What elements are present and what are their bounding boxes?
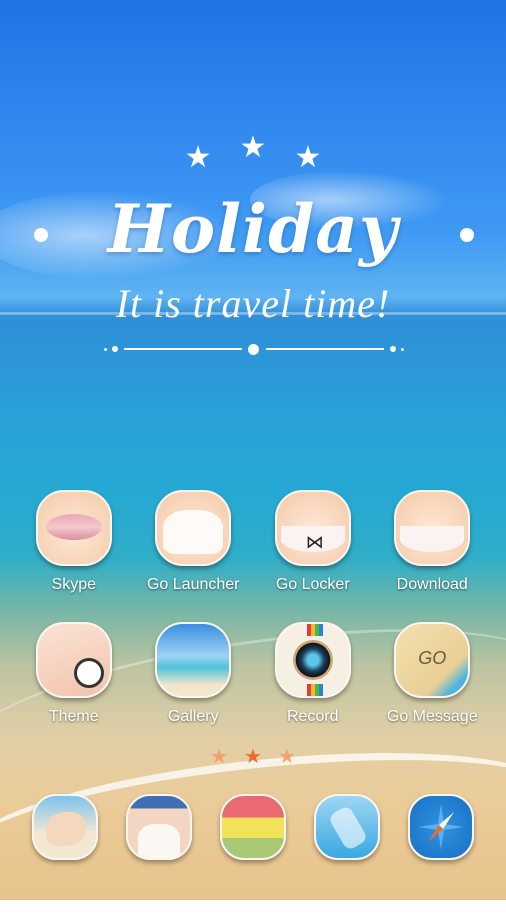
camera-lens [292,640,333,680]
bottle-shape [327,804,369,852]
app-theme[interactable]: Theme [19,622,129,726]
ornament-line [266,348,384,350]
widget-subtitle: It is travel time! [115,281,391,326]
page-indicator[interactable]: ★ ★ ★ [0,744,506,769]
app-record[interactable]: Record [258,622,368,726]
bikini-bottom-icon[interactable] [394,490,471,566]
compass-glyph [418,804,464,850]
lips-shape [45,514,102,540]
dock [0,794,506,860]
ornament-dot [112,346,118,352]
swimsuit-woman-icon[interactable] [126,794,192,860]
sand-text: GO [418,648,447,668]
lips-icon[interactable] [35,490,112,566]
app-label: Skype [51,576,96,593]
app-label: Record [286,708,339,725]
widget-stars: ★ ★ ★ [0,131,506,175]
sand-writing-icon[interactable]: GO [394,622,471,698]
page-star-icon[interactable]: ★ [278,746,296,768]
app-gallery[interactable]: Gallery [138,622,248,726]
bow-underwear-icon[interactable]: ⋈ [274,490,351,566]
ornament-dot [401,348,404,351]
rainbow-stripe [306,624,323,636]
underwear-shape [400,526,465,552]
app-download[interactable]: Download [377,490,487,594]
seashell-icon[interactable] [32,794,98,860]
page-star-icon-active[interactable]: ★ [244,746,262,768]
ornament-dot [104,348,107,351]
app-label: Go Launcher [146,576,240,593]
bikini-top-icon[interactable] [155,490,232,566]
ornament-divider [104,344,404,355]
bullet-dot [460,228,474,242]
ornament-line [124,348,242,350]
beach-photo-icon[interactable] [155,622,232,698]
app-label: Go Locker [275,576,350,593]
bow-shape: ⋈ [305,532,324,552]
messages-icon[interactable] [220,794,286,860]
camera-icon[interactable] [274,622,351,698]
app-go-locker[interactable]: ⋈ Go Locker [258,490,368,594]
page-star-icon[interactable]: ★ [210,746,228,768]
app-skype[interactable]: Skype [19,490,129,594]
message-bottle-icon[interactable] [314,794,380,860]
app-row-1: Skype Go Launcher ⋈ Go Locker Download [0,490,506,594]
mirror-shape [73,658,104,688]
app-go-message[interactable]: GO Go Message [377,622,487,726]
star-icon: ★ [184,141,212,174]
bra-shape [163,510,224,554]
shell-shape [46,812,86,846]
compass-browser-icon[interactable] [408,794,474,860]
manicure-icon[interactable] [35,622,112,698]
app-row-2: Theme Gallery Record GO Go Message [0,622,506,726]
star-icon: ★ [239,131,267,164]
ornament-dot [390,346,396,352]
star-icon: ★ [294,141,322,174]
app-go-launcher[interactable]: Go Launcher [138,490,248,594]
app-label: Gallery [167,708,219,725]
rainbow-stripe [306,684,323,696]
widget-title: Holiday [107,190,399,268]
app-label: Go Message [386,708,478,725]
swimsuit-shape [138,824,180,858]
ornament-dot [248,344,259,355]
app-label: Theme [48,708,99,725]
app-label: Download [396,576,468,593]
